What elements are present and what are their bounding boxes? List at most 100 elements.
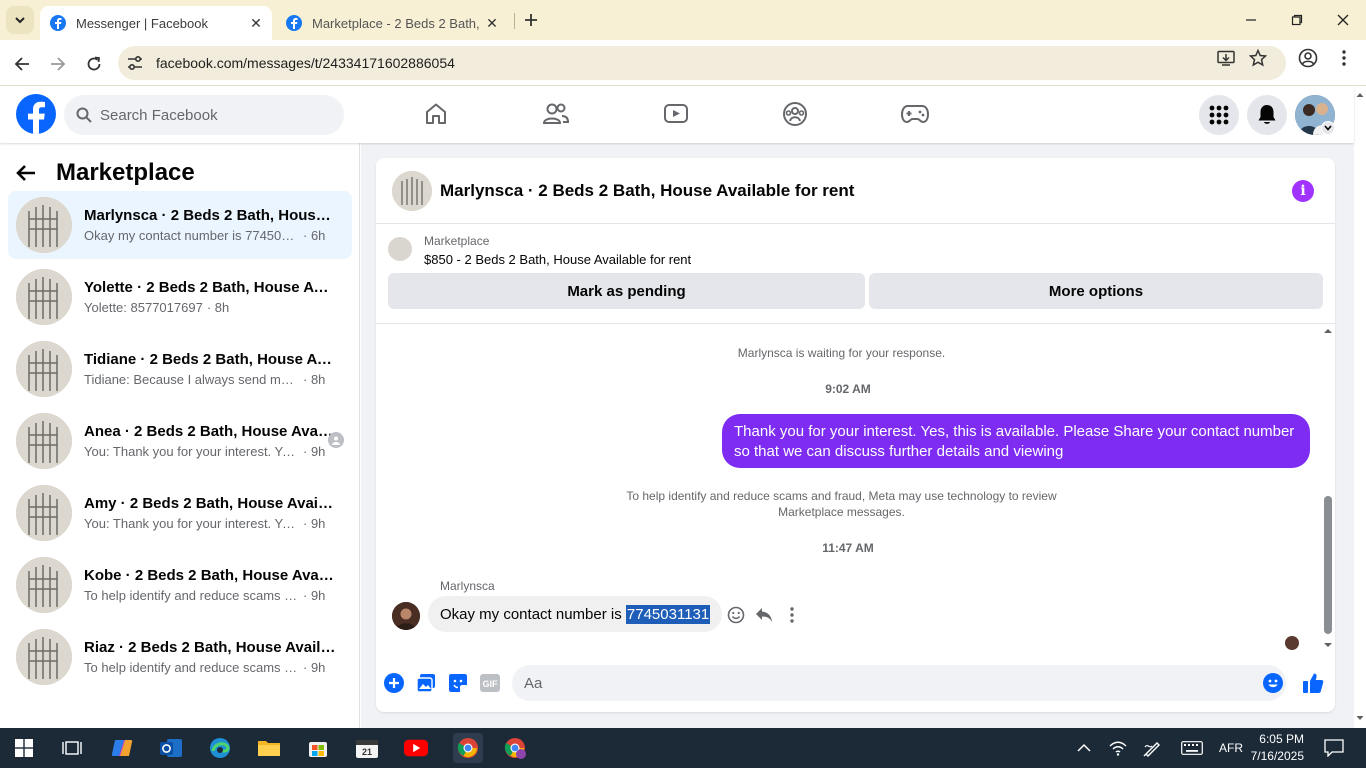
back-arrow-icon[interactable]: [16, 164, 36, 182]
mark-as-pending-button[interactable]: Mark as pending: [388, 273, 865, 309]
keyboard-icon[interactable]: [1180, 736, 1204, 760]
pen-icon[interactable]: [1140, 736, 1164, 760]
sticker-icon[interactable]: [447, 672, 469, 694]
youtube-icon[interactable]: [404, 736, 428, 760]
conversation-item[interactable]: Kobe · 2 Beds 2 Bath, House Available fo…: [8, 551, 352, 619]
conversation-time: · 9h: [303, 660, 326, 675]
conversation-item[interactable]: Riaz · 2 Beds 2 Bath, House Available fo…: [8, 623, 352, 691]
tab-title: Marketplace - 2 Beds 2 Bath, House: [312, 15, 482, 31]
conversation-preview: To help identify and reduce scams and fr…: [84, 588, 299, 603]
browser-menu-icon[interactable]: [1334, 48, 1354, 68]
listing-thumbnail[interactable]: [392, 170, 432, 211]
tab-divider: [514, 13, 515, 29]
close-window-button[interactable]: [1330, 8, 1356, 32]
conversation-info-icon[interactable]: i: [1292, 180, 1314, 202]
chrome-icon[interactable]: [453, 733, 483, 763]
incoming-message[interactable]: Okay my contact number is 7745031131: [428, 596, 723, 632]
outlook-icon[interactable]: [159, 736, 183, 760]
wifi-icon[interactable]: [1106, 736, 1130, 760]
conversation-item[interactable]: Marlynsca · 2 Beds 2 Bath, House Availab…: [8, 191, 352, 259]
scroll-up-icon[interactable]: [1354, 90, 1366, 100]
copilot-icon[interactable]: [110, 736, 134, 760]
conversation-time: · 9h: [303, 444, 326, 459]
more-actions-icon[interactable]: [782, 605, 802, 625]
message-composer: GIF: [376, 663, 1335, 703]
edge-icon[interactable]: [208, 736, 232, 760]
message-scrollbar[interactable]: [1321, 324, 1335, 653]
emoji-picker-icon[interactable]: [1262, 672, 1284, 694]
close-tab-icon[interactable]: ✕: [482, 13, 502, 33]
attach-photo-icon[interactable]: [415, 672, 437, 694]
tab-marketplace[interactable]: Marketplace - 2 Beds 2 Bath, House ✕: [276, 6, 508, 40]
friends-nav-icon[interactable]: [542, 100, 570, 128]
page-scrollbar[interactable]: [1354, 86, 1366, 728]
outgoing-message[interactable]: Thank you for your interest. Yes, this i…: [722, 414, 1310, 468]
gaming-nav-icon[interactable]: [901, 100, 929, 128]
tab-search-button[interactable]: [6, 6, 34, 34]
sender-avatar[interactable]: [392, 602, 420, 630]
tab-messenger[interactable]: Messenger | Facebook ✕: [40, 6, 272, 40]
message-input-box[interactable]: [512, 665, 1286, 701]
clock-time[interactable]: 6:05 PM: [1250, 732, 1304, 746]
menu-grid-button[interactable]: [1199, 95, 1239, 135]
profile-icon[interactable]: [1298, 48, 1318, 68]
conversation-item[interactable]: Amy · 2 Beds 2 Bath, House Available for…: [8, 479, 352, 547]
forward-button[interactable]: [46, 52, 70, 76]
show-hidden-icons-icon[interactable]: [1072, 736, 1096, 760]
notifications-button[interactable]: [1247, 95, 1287, 135]
file-explorer-icon[interactable]: [257, 736, 281, 760]
message-input[interactable]: [524, 674, 1224, 692]
close-tab-icon[interactable]: ✕: [246, 13, 266, 33]
back-button[interactable]: [10, 52, 34, 76]
scrollbar-thumb[interactable]: [1324, 496, 1332, 634]
site-info-icon[interactable]: [126, 55, 146, 71]
gif-icon[interactable]: GIF: [479, 672, 501, 694]
conversation-item[interactable]: Tidiane · 2 Beds 2 Bath, House Available…: [8, 335, 352, 403]
facebook-search-box[interactable]: [64, 95, 344, 135]
clipchamp-icon[interactable]: 21: [355, 736, 379, 760]
groups-nav-icon[interactable]: [781, 100, 809, 128]
bell-icon: [1258, 105, 1276, 124]
marketplace-listing-row[interactable]: Marketplace $850 - 2 Beds 2 Bath, House …: [388, 234, 691, 267]
scroll-down-icon[interactable]: [1354, 713, 1366, 723]
react-emoji-icon[interactable]: [726, 605, 746, 625]
clock-date[interactable]: 7/16/2025: [1240, 749, 1304, 763]
more-actions-plus-icon[interactable]: [383, 672, 405, 694]
minimize-button[interactable]: [1238, 8, 1264, 32]
new-tab-button[interactable]: [520, 9, 542, 31]
notification-center-icon[interactable]: [1322, 736, 1346, 760]
microsoft-store-icon[interactable]: [306, 736, 330, 760]
phone-number-selected[interactable]: 7745031131: [625, 604, 711, 624]
task-view-icon[interactable]: [60, 736, 84, 760]
video-nav-icon[interactable]: [662, 100, 690, 128]
search-input[interactable]: [100, 106, 320, 124]
conversation-time: · 9h: [303, 516, 326, 531]
reply-icon[interactable]: [754, 605, 774, 625]
conversation-item[interactable]: Anea · 2 Beds 2 Bath, House Available fo…: [8, 407, 352, 475]
facebook-favicon-icon: [50, 15, 66, 31]
conversation-time: · 6h: [303, 228, 326, 243]
reload-button[interactable]: [82, 52, 106, 76]
scam-notice: To help identify and reduce scams and fr…: [376, 488, 1321, 520]
conversation-name: Yolette · 2 Beds 2 Bath, House Available…: [84, 279, 336, 296]
message-thread: Marlynsca is waiting for your response. …: [376, 323, 1335, 653]
conversation-item[interactable]: Yolette · 2 Beds 2 Bath, House Available…: [8, 263, 352, 331]
marketplace-label: Marketplace: [424, 234, 490, 248]
chrome-profile-icon[interactable]: [503, 736, 527, 760]
bookmark-star-icon[interactable]: [1248, 48, 1268, 68]
windows-start-icon[interactable]: [12, 736, 36, 760]
conversation-time: · 9h: [303, 588, 326, 603]
install-app-icon[interactable]: [1216, 48, 1236, 68]
address-bar[interactable]: facebook.com/messages/t/2433417160288605…: [118, 46, 1286, 80]
scroll-up-icon[interactable]: [1321, 326, 1335, 336]
account-chevron-icon[interactable]: [1321, 121, 1335, 135]
facebook-logo-icon[interactable]: [16, 94, 56, 134]
more-options-button[interactable]: More options: [869, 273, 1323, 309]
scroll-down-icon[interactable]: [1321, 640, 1335, 650]
conversation-name: Amy · 2 Beds 2 Bath, House Available for…: [84, 495, 336, 512]
browser-toolbar: facebook.com/messages/t/2433417160288605…: [0, 40, 1366, 86]
listing-small-thumbnail: [388, 237, 412, 261]
home-nav-icon[interactable]: [422, 100, 450, 128]
restore-button[interactable]: [1284, 8, 1310, 32]
like-thumbs-up-icon[interactable]: [1302, 672, 1324, 694]
